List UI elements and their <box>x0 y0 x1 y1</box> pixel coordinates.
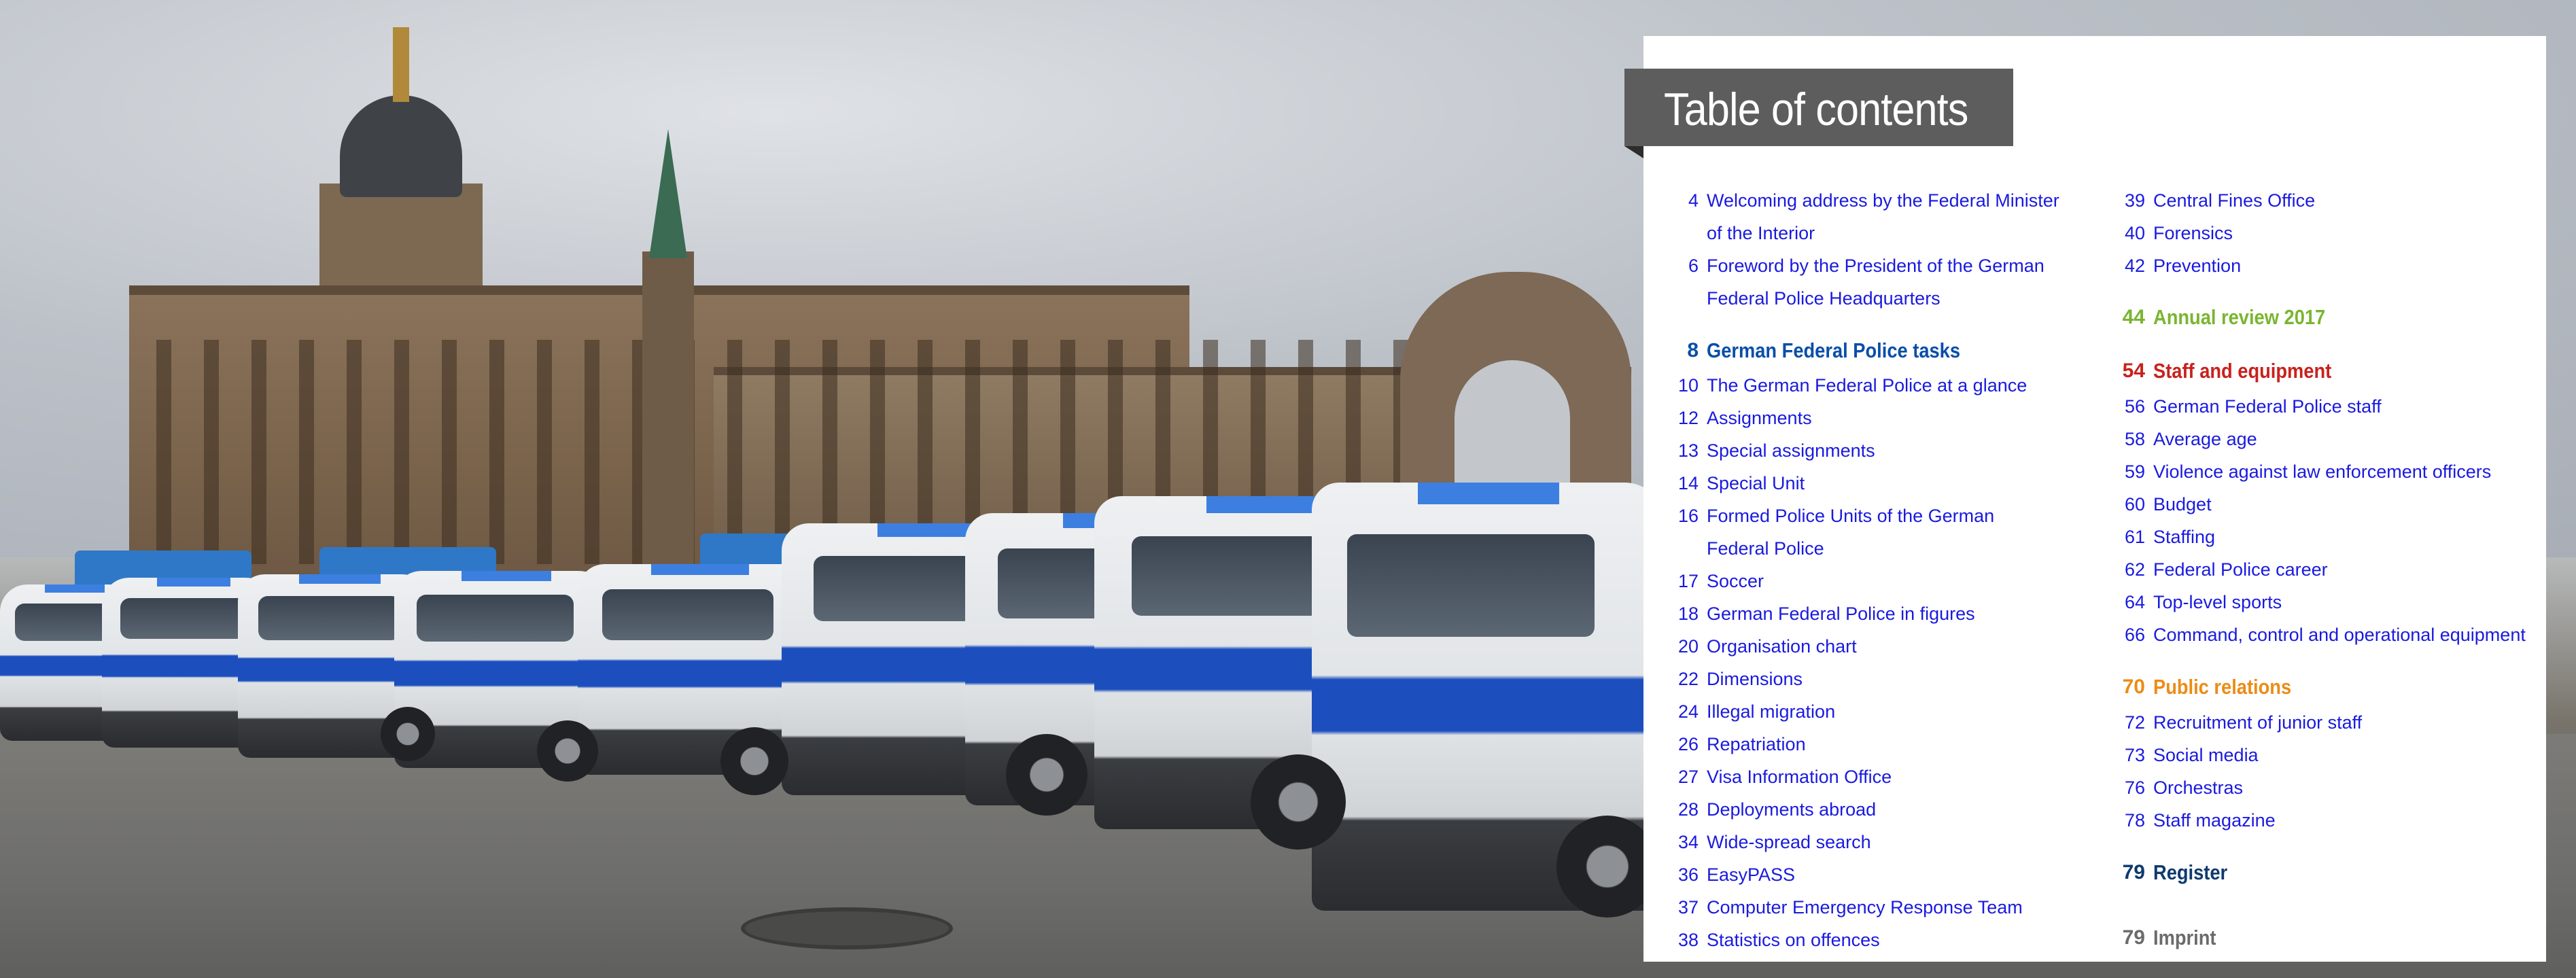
toc-entry-title[interactable]: Prevention <box>2153 252 2241 279</box>
green-spire <box>649 129 687 258</box>
toc-entry-title[interactable]: Staff magazine <box>2153 807 2276 834</box>
toc-entry-title[interactable]: Budget <box>2153 491 2212 518</box>
toc-section-page-number[interactable]: 70 <box>2104 674 2145 701</box>
toc-entry-title[interactable]: Repatriation <box>1707 731 1806 758</box>
toc-section-heading[interactable]: Register <box>2153 859 2227 886</box>
toc-section-heading[interactable]: Imprint <box>2153 924 2216 951</box>
toc-entry-title[interactable]: Top-level sports <box>2153 589 2282 616</box>
palace-dome-drum <box>319 184 483 292</box>
toc-entry-title[interactable]: Illegal migration <box>1707 698 1835 725</box>
toc-entry-page-number[interactable]: 14 <box>1658 470 1699 497</box>
toc-entry-page-number[interactable]: 10 <box>1658 372 1699 399</box>
toc-entry-page-number[interactable]: 27 <box>1658 763 1699 790</box>
manhole-cover <box>741 907 953 949</box>
toc-entry-page-number[interactable]: 42 <box>2104 252 2145 279</box>
toc-entry-page-number[interactable]: 17 <box>1658 567 1699 595</box>
toc-entry-page-number[interactable]: 40 <box>2104 220 2145 247</box>
toc-entry-title[interactable]: Soccer <box>1707 567 1764 595</box>
toc-section-heading[interactable]: Public relations <box>2153 674 2291 701</box>
toc-entry-title[interactable]: German Federal Police staff <box>2153 393 2382 420</box>
toc-entry-page-number[interactable]: 37 <box>1658 894 1699 921</box>
toc-entry-page-number[interactable]: 12 <box>1658 404 1699 432</box>
toc-entry-title[interactable]: Social media <box>2153 741 2259 769</box>
toc-entry-page-number[interactable]: 36 <box>1658 861 1699 888</box>
van-wheel <box>720 727 788 795</box>
toc-entry-title[interactable]: Staffing <box>2153 523 2215 551</box>
toc-entry-title[interactable]: German Federal Police in figures <box>1707 600 1975 627</box>
toc-entry-continuation[interactable]: Federal Police Headquarters <box>1707 285 1940 312</box>
toc-entry-title[interactable]: Visa Information Office <box>1707 763 1892 790</box>
toc-title-fold <box>1624 146 1643 158</box>
toc-entry-title[interactable]: Forensics <box>2153 220 2233 247</box>
toc-entry-page-number[interactable]: 34 <box>1658 828 1699 856</box>
van-wheel <box>1006 734 1087 816</box>
toc-entry-continuation[interactable]: of the Interior <box>1707 220 1815 247</box>
toc-entry-title[interactable]: Computer Emergency Response Team <box>1707 894 2023 921</box>
toc-entry-title[interactable]: Central Fines Office <box>2153 187 2315 214</box>
toc-entry-page-number[interactable]: 73 <box>2104 741 2145 769</box>
dome-statue <box>393 27 409 102</box>
toc-section-page-number[interactable]: 8 <box>1658 337 1699 364</box>
toc-entry-title[interactable]: Special Unit <box>1707 470 1805 497</box>
toc-entry-title[interactable]: Welcoming address by the Federal Ministe… <box>1707 187 2059 214</box>
toc-entry-title[interactable]: Statistics on offences <box>1707 926 1880 954</box>
van-wheel <box>537 720 598 782</box>
toc-entry-page-number[interactable]: 58 <box>2104 425 2145 453</box>
toc-entry-page-number[interactable]: 76 <box>2104 774 2145 801</box>
toc-entry-title[interactable]: Federal Police career <box>2153 556 2328 583</box>
toc-entry-page-number[interactable]: 62 <box>2104 556 2145 583</box>
toc-entry-title[interactable]: Wide-spread search <box>1707 828 1871 856</box>
toc-section-heading[interactable]: Annual review 2017 <box>2153 304 2325 331</box>
toc-title: Table of contents <box>1664 84 1968 135</box>
toc-entry-title[interactable]: Dimensions <box>1707 665 1803 693</box>
toc-entry-title[interactable]: Special assignments <box>1707 437 1875 464</box>
toc-entry-page-number[interactable]: 18 <box>1658 600 1699 627</box>
toc-entry-page-number[interactable]: 16 <box>1658 502 1699 529</box>
toc-entry-title[interactable]: Deployments abroad <box>1707 796 1876 823</box>
toc-entry-title[interactable]: Foreword by the President of the German <box>1707 252 2044 279</box>
toc-entry-title[interactable]: Formed Police Units of the German <box>1707 502 1994 529</box>
toc-section-page-number[interactable]: 79 <box>2104 859 2145 886</box>
toc-entry-page-number[interactable]: 59 <box>2104 458 2145 485</box>
toc-entry-page-number[interactable]: 56 <box>2104 393 2145 420</box>
toc-entry-title[interactable]: EasyPASS <box>1707 861 1795 888</box>
toc-entry-page-number[interactable]: 13 <box>1658 437 1699 464</box>
toc-entry-title[interactable]: Orchestras <box>2153 774 2243 801</box>
toc-entry-title[interactable]: Assignments <box>1707 404 1812 432</box>
toc-section-page-number[interactable]: 54 <box>2104 357 2145 385</box>
toc-section-heading[interactable]: German Federal Police tasks <box>1707 337 1960 364</box>
toc-entry-title[interactable]: Average age <box>2153 425 2257 453</box>
toc-entry-page-number[interactable]: 6 <box>1658 252 1699 279</box>
toc-entry-page-number[interactable]: 4 <box>1658 187 1699 214</box>
toc-entry-title[interactable]: Command, control and operational equipme… <box>2153 621 2526 648</box>
toc-entry-page-number[interactable]: 66 <box>2104 621 2145 648</box>
toc-section-page-number[interactable]: 44 <box>2104 304 2145 331</box>
toc-entry-page-number[interactable]: 61 <box>2104 523 2145 551</box>
toc-entry-title[interactable]: Violence against law enforcement officer… <box>2153 458 2491 485</box>
toc-entry-continuation[interactable]: Federal Police <box>1707 535 1824 562</box>
toc-entry-page-number[interactable]: 24 <box>1658 698 1699 725</box>
toc-entry-title[interactable]: The German Federal Police at a glance <box>1707 372 2027 399</box>
van-wheel <box>381 707 435 761</box>
toc-entry-page-number[interactable]: 64 <box>2104 589 2145 616</box>
toc-entry-title[interactable]: Recruitment of junior staff <box>2153 709 2362 736</box>
toc-entry-page-number[interactable]: 26 <box>1658 731 1699 758</box>
palace-tower <box>642 251 694 571</box>
toc-entry-page-number[interactable]: 72 <box>2104 709 2145 736</box>
toc-entry-page-number[interactable]: 28 <box>1658 796 1699 823</box>
toc-entry-title[interactable]: Organisation chart <box>1707 633 1857 660</box>
toc-entry-page-number[interactable]: 38 <box>1658 926 1699 954</box>
toc-entry-page-number[interactable]: 20 <box>1658 633 1699 660</box>
van-wheel <box>1251 754 1346 850</box>
toc-entry-page-number[interactable]: 22 <box>1658 665 1699 693</box>
toc-entry-page-number[interactable]: 78 <box>2104 807 2145 834</box>
toc-entry-page-number[interactable]: 60 <box>2104 491 2145 518</box>
toc-section-heading[interactable]: Staff and equipment <box>2153 357 2331 385</box>
toc-entry-page-number[interactable]: 39 <box>2104 187 2145 214</box>
toc-section-page-number[interactable]: 79 <box>2104 924 2145 951</box>
